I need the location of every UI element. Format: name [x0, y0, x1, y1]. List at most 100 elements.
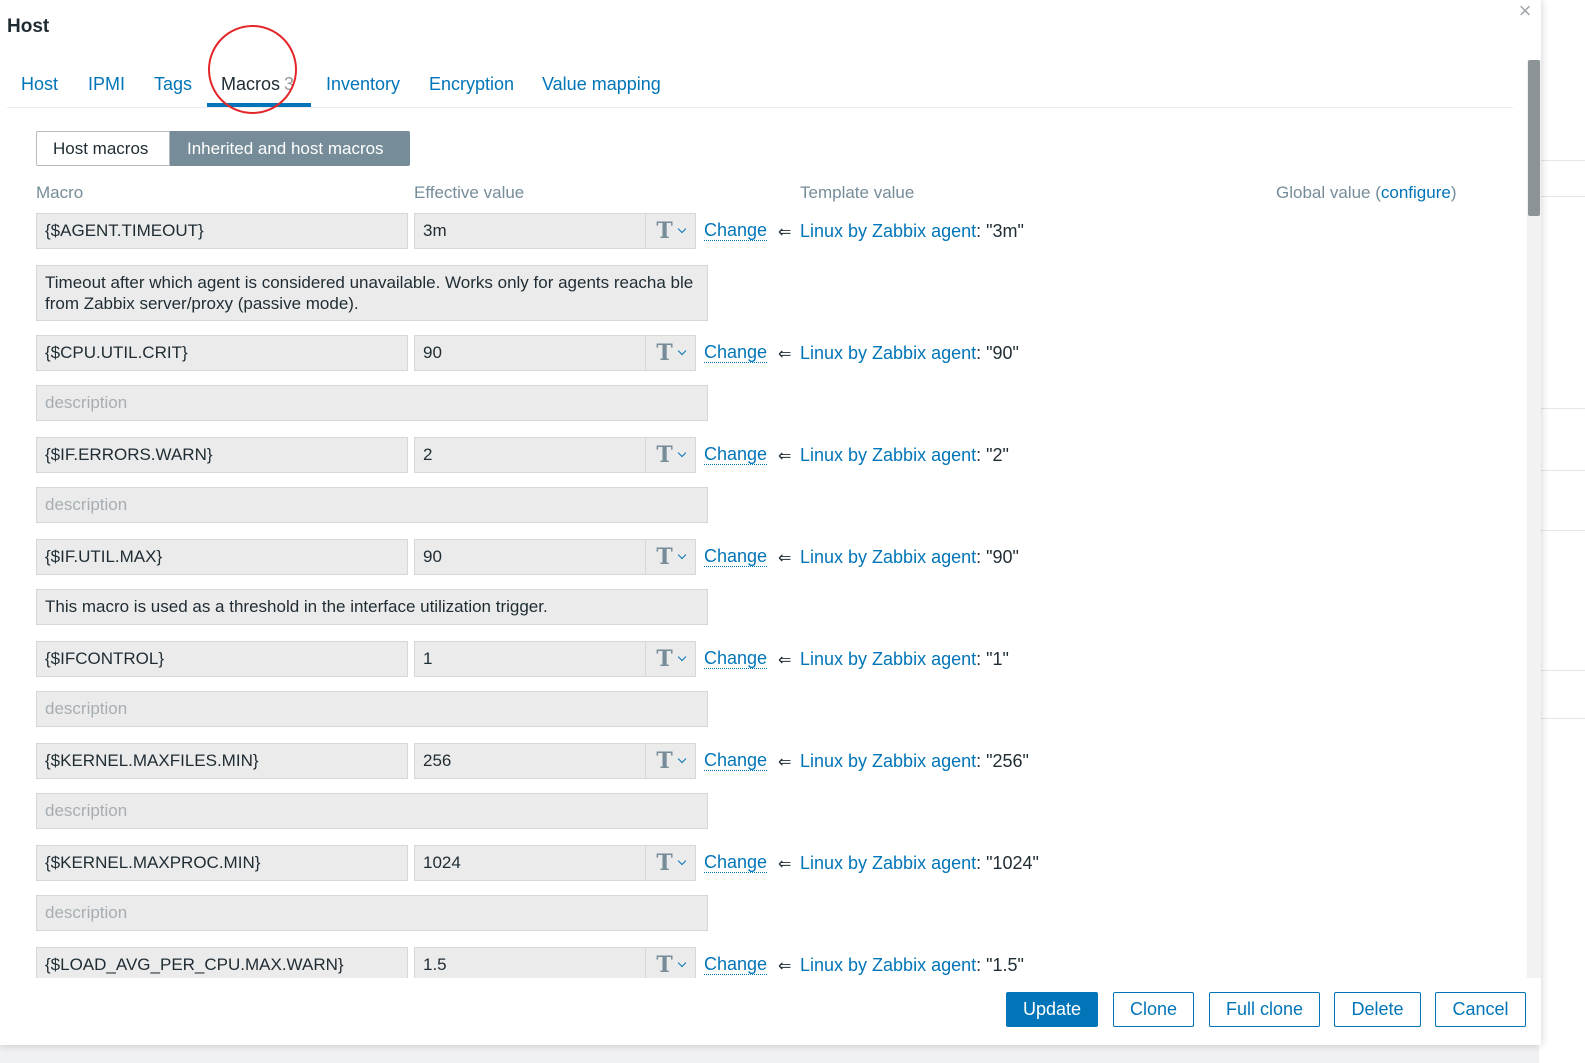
template-value-text: : "1.5" — [976, 955, 1024, 975]
value-type-dropdown[interactable]: T — [645, 438, 695, 472]
macro-value: 1 — [423, 649, 433, 668]
macro-value-field[interactable]: 1.5 T — [414, 947, 696, 978]
template-value-text: : "90" — [976, 547, 1019, 567]
macro-value: 2 — [423, 445, 433, 464]
active-tab-indicator — [207, 103, 311, 107]
chevron-down-icon — [677, 550, 686, 560]
tab-encryption[interactable]: Encryption — [429, 74, 514, 95]
full-clone-button[interactable]: Full clone — [1209, 992, 1320, 1027]
text-type-icon: T — [656, 340, 673, 366]
text-type-icon: T — [656, 544, 673, 570]
chevron-down-icon — [677, 224, 686, 234]
tab-value-mapping[interactable]: Value mapping — [542, 74, 661, 95]
change-link[interactable]: Change — [704, 220, 768, 241]
macro-description-field[interactable]: description — [36, 691, 708, 727]
tab-bar: Host IPMI Tags Macros 3 Inventory Encrypt… — [7, 66, 1513, 108]
macro-name-field[interactable]: {$IF.ERRORS.WARN} — [36, 437, 408, 473]
macro-name-field[interactable]: {$IFCONTROL} — [36, 641, 408, 677]
tab-inventory[interactable]: Inventory — [326, 74, 400, 95]
value-type-dropdown[interactable]: T — [645, 336, 695, 370]
macro-description-field[interactable]: This macro is used as a threshold in the… — [36, 589, 708, 625]
header-global-value: Global value (configure) — [1276, 183, 1457, 203]
template-link[interactable]: Linux by Zabbix agent — [800, 955, 976, 975]
change-link[interactable]: Change — [704, 648, 768, 669]
inherited-macros-button[interactable]: Inherited and host macros — [170, 131, 410, 166]
value-type-dropdown[interactable]: T — [645, 540, 695, 574]
template-value: Linux by Zabbix agent: "1024" — [800, 853, 1039, 874]
template-link[interactable]: Linux by Zabbix agent — [800, 445, 976, 465]
update-button[interactable]: Update — [1006, 992, 1098, 1027]
macro-description-field[interactable]: description — [36, 793, 708, 829]
macro-value-field[interactable]: 90 T — [414, 539, 696, 575]
macro-description-field[interactable]: Timeout after which agent is considered … — [36, 265, 708, 321]
chevron-down-icon — [677, 958, 686, 968]
template-value-text: : "1024" — [976, 853, 1039, 873]
macro-value: 256 — [423, 751, 452, 770]
background-divider — [1539, 670, 1585, 671]
macro-value-field[interactable]: 1024 T — [414, 845, 696, 881]
macro-value-field[interactable]: 1 T — [414, 641, 696, 677]
tab-macros-label: Macros — [221, 74, 281, 94]
change-link[interactable]: Change — [704, 546, 768, 567]
template-link[interactable]: Linux by Zabbix agent — [800, 221, 976, 241]
background-divider — [1539, 408, 1585, 409]
macro-name-field[interactable]: {$KERNEL.MAXPROC.MIN} — [36, 845, 408, 881]
value-type-dropdown[interactable]: T — [645, 214, 695, 248]
value-type-dropdown[interactable]: T — [645, 642, 695, 676]
value-type-dropdown[interactable]: T — [645, 744, 695, 778]
inherit-arrow-icon: ⇐ — [778, 652, 792, 669]
macro-name-field[interactable]: {$KERNEL.MAXFILES.MIN} — [36, 743, 408, 779]
macro-value-field[interactable]: 3m T — [414, 213, 696, 249]
cancel-button[interactable]: Cancel — [1435, 992, 1526, 1027]
tab-macros[interactable]: Macros 3 — [221, 74, 294, 95]
background-divider — [1539, 530, 1585, 531]
scrollbar[interactable] — [1527, 60, 1541, 978]
macro-name-field[interactable]: {$IF.UTIL.MAX} — [36, 539, 408, 575]
tab-macros-count: 3 — [284, 74, 295, 94]
host-macros-button[interactable]: Host macros — [36, 131, 170, 166]
template-value-text: : "1" — [976, 649, 1009, 669]
template-link[interactable]: Linux by Zabbix agent — [800, 343, 976, 363]
change-link[interactable]: Change — [704, 852, 768, 873]
macro-value: 90 — [423, 547, 442, 566]
template-link[interactable]: Linux by Zabbix agent — [800, 853, 976, 873]
inherit-arrow-icon: ⇐ — [778, 224, 792, 241]
template-value-text: : "2" — [976, 445, 1009, 465]
value-type-dropdown[interactable]: T — [645, 948, 695, 978]
macro-name-field[interactable]: {$AGENT.TIMEOUT} — [36, 213, 408, 249]
text-type-icon: T — [656, 218, 673, 244]
macro-description-field[interactable]: description — [36, 895, 708, 931]
template-link[interactable]: Linux by Zabbix agent — [800, 649, 976, 669]
macro-description-field[interactable]: description — [36, 487, 708, 523]
change-link[interactable]: Change — [704, 342, 768, 363]
inherit-arrow-icon: ⇐ — [778, 448, 792, 465]
change-link[interactable]: Change — [704, 750, 768, 771]
macro-value: 1024 — [423, 853, 461, 872]
template-link[interactable]: Linux by Zabbix agent — [800, 751, 976, 771]
macro-value-field[interactable]: 2 T — [414, 437, 696, 473]
macro-value: 90 — [423, 343, 442, 362]
value-type-dropdown[interactable]: T — [645, 846, 695, 880]
macro-description-field[interactable]: description — [36, 385, 708, 421]
macro-value-field[interactable]: 256 T — [414, 743, 696, 779]
tab-host[interactable]: Host — [21, 74, 58, 95]
dialog-title: Host — [7, 16, 50, 37]
macro-name-field[interactable]: {$CPU.UTIL.CRIT} — [36, 335, 408, 371]
clone-button[interactable]: Clone — [1113, 992, 1194, 1027]
change-link[interactable]: Change — [704, 444, 768, 465]
change-link[interactable]: Change — [704, 954, 768, 975]
scrollbar-thumb[interactable] — [1528, 60, 1540, 216]
tab-ipmi[interactable]: IPMI — [88, 74, 125, 95]
macro-value-field[interactable]: 90 T — [414, 335, 696, 371]
text-type-icon: T — [656, 646, 673, 672]
macro-value: 1.5 — [423, 955, 447, 974]
delete-button[interactable]: Delete — [1334, 992, 1421, 1027]
macro-name-field[interactable]: {$LOAD_AVG_PER_CPU.MAX.WARN} — [36, 947, 408, 978]
header-effective-value: Effective value — [414, 183, 525, 202]
configure-link[interactable]: configure — [1381, 183, 1451, 202]
template-value-text: : "90" — [976, 343, 1019, 363]
close-icon[interactable]: × — [1514, 0, 1536, 22]
template-link[interactable]: Linux by Zabbix agent — [800, 547, 976, 567]
tab-tags[interactable]: Tags — [154, 74, 192, 95]
template-value: Linux by Zabbix agent: "3m" — [800, 221, 1024, 242]
